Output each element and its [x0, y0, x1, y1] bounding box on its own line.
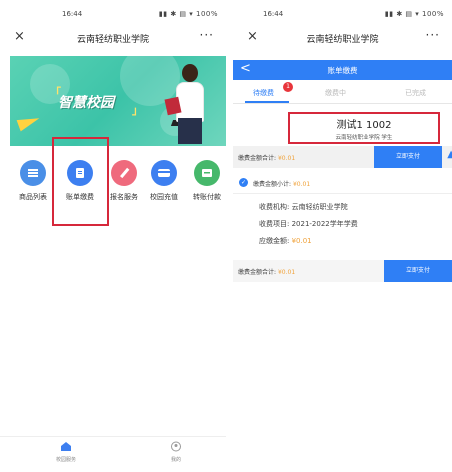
tab-campus-service[interactable]: 校园服务 [36, 441, 96, 463]
home-icon [61, 442, 71, 451]
bill-status-tabs: 待缴费 1 缴费中 已完成 [233, 80, 452, 104]
user-name: 测试1 1002 [336, 120, 392, 131]
status-icons: ▮▮ ✱ ▤ ▾ 100% [158, 10, 218, 18]
page-title: 账单缴费 [327, 66, 358, 75]
total-amount: ¥0.01 [277, 155, 296, 162]
subtotal-amount: ¥0.01 [292, 181, 311, 188]
student-illustration [164, 64, 208, 146]
paper-plane-icon [16, 112, 42, 132]
more-icon[interactable]: ··· [426, 28, 440, 42]
tab-label: 我的 [170, 457, 181, 463]
total-row-top: 缴费金额合计: ¥0.01 立即支付 ▲ [233, 146, 452, 168]
grid-item-product-list[interactable]: 商品列表 [10, 160, 56, 202]
status-time: 16:44 [62, 10, 83, 18]
page-header: < 账单缴费 [233, 60, 452, 80]
list-icon [20, 160, 46, 186]
tab-label: 校园服务 [55, 457, 76, 463]
campus-banner[interactable]: 「 智慧校园 」 [10, 56, 226, 146]
pending-count-badge: 1 [283, 82, 293, 92]
detail-row-institution: 收费机构: 云南轻纺职业学院 [259, 203, 348, 211]
card-icon [151, 160, 177, 186]
status-icons: ▮▮ ✱ ▤ ▾ 100% [384, 10, 444, 18]
pen-icon [111, 160, 137, 186]
tab-completed[interactable]: 已完成 [405, 88, 426, 98]
status-bar: 16:44 ▮▮ ✱ ▤ ▾ 100% [233, 0, 452, 26]
title-bar: × 云南轻纺职业学院 ··· [233, 26, 452, 50]
tab-in-progress[interactable]: 缴费中 [325, 88, 346, 98]
user-org: 云南轻纺职业学院 学生 [335, 135, 393, 141]
detail-row-item: 收费项目: 2021-2022学年学费 [259, 220, 358, 228]
subtotal-label: 缴费金额小计: ¥0.01 [253, 181, 311, 188]
tab-pending[interactable]: 待缴费 [253, 88, 274, 98]
total-amount: ¥0.01 [277, 269, 296, 276]
title-bar: × 云南轻纺职业学院 ··· [0, 26, 226, 50]
pay-now-button[interactable]: 立即支付 [374, 146, 442, 168]
grid-item-campus-recharge[interactable]: 校园充值 [141, 160, 187, 202]
bill-details: 收费机构: 云南轻纺职业学院 收费项目: 2021-2022学年学费 应缴金额:… [259, 202, 358, 253]
more-icon[interactable]: ··· [200, 28, 214, 42]
app-title: 云南轻纺职业学院 [306, 35, 379, 45]
user-info-box: 测试1 1002 云南轻纺职业学院 学生 [288, 112, 440, 144]
wallet-icon [194, 160, 220, 186]
detail-row-amount-due: 应缴金额: ¥0.01 [259, 237, 312, 245]
grid-item-label: 校园充值 [150, 193, 178, 201]
total-label: 缴费金额合计: ¥0.01 [238, 155, 296, 162]
total-row-bottom: 缴费金额合计: ¥0.01 立即支付 [233, 260, 452, 282]
subtotal-row[interactable]: ✓ 缴费金额小计: ¥0.01 [233, 172, 452, 194]
grid-item-bill-payment[interactable]: 账单缴费 [57, 160, 103, 202]
bottom-tab-bar: 校园服务 我的 [0, 436, 226, 472]
status-bar: 16:44 ▮▮ ✱ ▤ ▾ 100% [0, 0, 226, 26]
bill-icon [67, 160, 93, 186]
banner-slogan: 智慧校园 [58, 95, 114, 111]
right-phone-screen: 16:44 ▮▮ ✱ ▤ ▾ 100% × 云南轻纺职业学院 ··· < 账单缴… [233, 0, 452, 472]
grid-item-label: 转账付款 [193, 193, 221, 201]
left-phone-screen: 16:44 ▮▮ ✱ ▤ ▾ 100% × 云南轻纺职业学院 ··· 「 智慧校… [0, 0, 226, 472]
chevron-up-icon[interactable]: ▲ [447, 149, 452, 160]
pay-now-button[interactable]: 立即支付 [384, 260, 452, 282]
total-label: 缴费金额合计: ¥0.01 [238, 269, 296, 276]
grid-item-label: 账单缴费 [66, 193, 94, 201]
profile-icon [171, 441, 181, 452]
status-time: 16:44 [263, 10, 284, 18]
checkbox-checked-icon[interactable]: ✓ [239, 178, 248, 187]
grid-item-label: 商品列表 [19, 193, 47, 201]
grid-item-transfer-payment[interactable]: 转账付款 [184, 160, 226, 202]
service-grid: 商品列表 账单缴费 报名服务 校园充值 转账付款 [0, 160, 226, 216]
tab-profile[interactable]: 我的 [146, 441, 206, 463]
app-title: 云南轻纺职业学院 [76, 35, 149, 45]
active-tab-indicator [245, 101, 289, 103]
